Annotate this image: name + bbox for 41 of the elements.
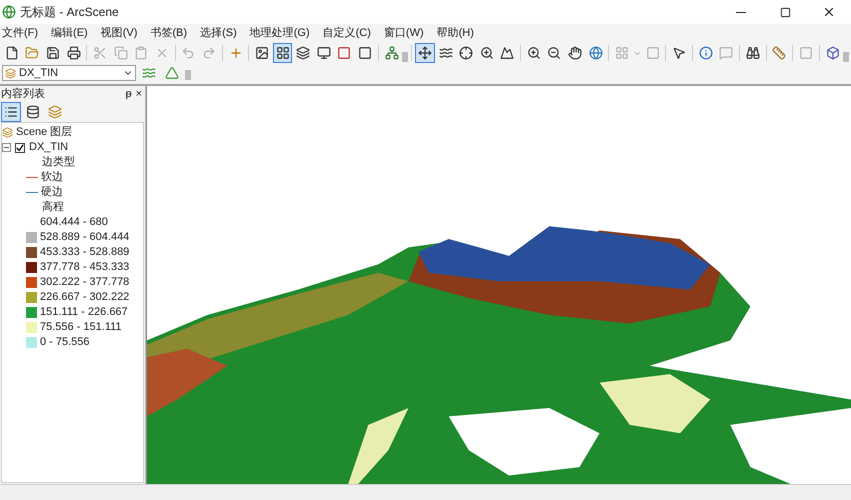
menu-item[interactable]: 帮助(H) (436, 24, 474, 42)
close-panel-button[interactable]: × (134, 86, 144, 102)
menu-item[interactable]: 编辑(E) (51, 24, 88, 42)
layer-checkbox[interactable] (15, 142, 25, 152)
maximize-icon (780, 6, 790, 18)
menu-item[interactable]: 窗口(W) (384, 24, 424, 42)
close-icon (822, 5, 836, 19)
menu-item[interactable]: 地理处理(G) (250, 24, 310, 42)
legend-label: 453.333 - 528.889 (40, 245, 130, 260)
scene-view[interactable] (146, 86, 851, 484)
panel-title: 内容列表 (1, 86, 46, 102)
legend-label: 151.111 - 226.667 (40, 305, 128, 320)
tree-item[interactable]: DX_TIN (29, 139, 68, 156)
layers-icon (2, 127, 13, 138)
menu-item[interactable]: 选择(S) (200, 24, 237, 42)
menu-item[interactable]: 自定义(C) (322, 24, 371, 42)
legend-label: 软边 (41, 170, 63, 186)
dropdown-value: DX_TIN (19, 66, 60, 81)
collapse-toggle[interactable] (2, 143, 11, 152)
layer-dropdown[interactable]: DX_TIN (2, 65, 136, 81)
window-title: 无标题 - ArcScene (20, 4, 119, 21)
legend-label: 0 - 75.556 (40, 335, 90, 350)
navigate-icon[interactable] (415, 43, 435, 63)
menu-item[interactable]: 视图(V) (100, 24, 138, 42)
grid-window-icon[interactable] (272, 43, 292, 63)
app-logo-icon (2, 5, 16, 19)
pin-button[interactable]: ᵽ (123, 86, 134, 102)
layer-icon (5, 68, 16, 78)
legend-label: 528.889 - 604.444 (40, 230, 130, 246)
legend-label: 226.667 - 302.222 (40, 290, 130, 306)
menu-item[interactable]: 书签(B) (150, 24, 188, 42)
legend-label: 302.222 - 377.778 (40, 275, 130, 290)
tree-item[interactable]: Scene 图层 (16, 124, 72, 141)
legend-label: 硬边 (41, 185, 63, 200)
menu-item[interactable]: 文件(F) (2, 24, 38, 42)
legend-label: 边类型 (42, 155, 75, 170)
legend-label: 高程 (42, 200, 64, 216)
legend-label: 75.556 - 151.111 (40, 320, 122, 336)
list-by-drawing-order-icon[interactable] (1, 102, 21, 122)
legend-label: 377.778 - 453.333 (40, 260, 130, 276)
legend-label: 604.444 - 680 (40, 215, 108, 230)
